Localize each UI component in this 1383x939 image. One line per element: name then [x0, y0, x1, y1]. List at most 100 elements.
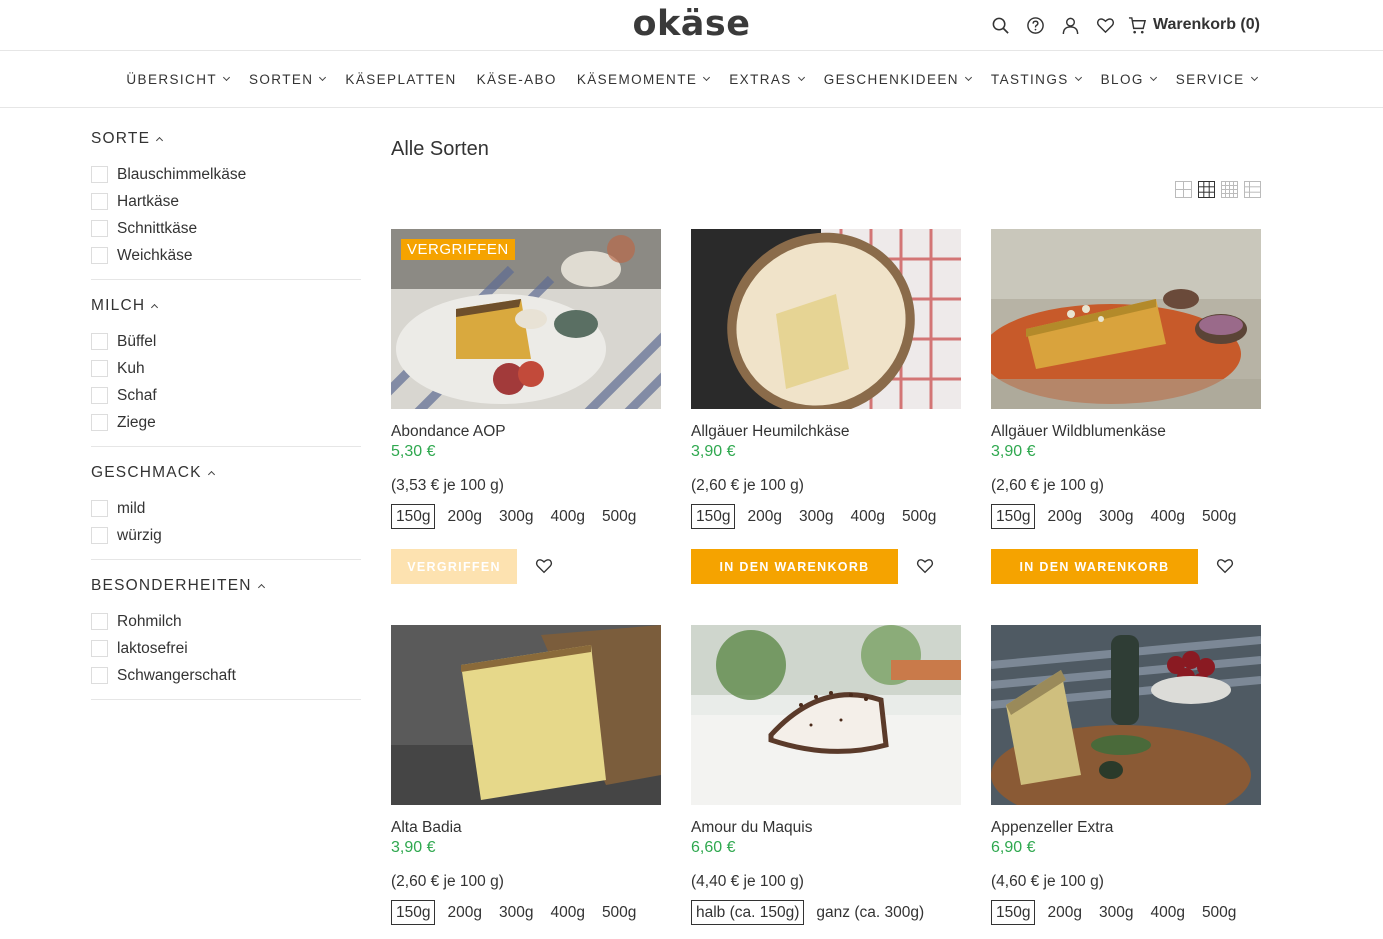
checkbox[interactable] [91, 414, 108, 431]
size-option[interactable]: 400g [845, 504, 889, 529]
nav-sorten[interactable]: SORTEN [249, 71, 327, 87]
sold-out-button[interactable]: VERGRIFFEN [391, 549, 517, 584]
wishlist-heart-icon[interactable] [1216, 557, 1236, 577]
filter-title-label: BESONDERHEITEN [91, 577, 252, 594]
product-image[interactable] [991, 229, 1261, 409]
filter-title[interactable]: GESCHMACK [91, 462, 361, 484]
wishlist-icon[interactable] [1095, 14, 1115, 36]
checkbox[interactable] [91, 220, 108, 237]
size-option[interactable]: 400g [1145, 504, 1189, 529]
size-option[interactable]: ganz (ca. 300g) [811, 900, 929, 925]
size-option[interactable]: 150g [991, 504, 1036, 529]
checkbox[interactable] [91, 667, 108, 684]
size-option[interactable]: 500g [1197, 504, 1241, 529]
checkbox[interactable] [91, 360, 108, 377]
checkbox[interactable] [91, 640, 108, 657]
filter-option[interactable]: Weichkäse [91, 242, 361, 269]
size-option[interactable]: 400g [1145, 900, 1189, 925]
grid-3-icon[interactable] [1198, 181, 1215, 198]
size-option[interactable]: 300g [494, 900, 538, 925]
filter-group-geschmack: GESCHMACK mild würzig [91, 462, 361, 560]
nav-service[interactable]: SERVICE [1176, 72, 1258, 87]
add-to-cart-button[interactable]: IN DEN WARENKORB [991, 549, 1198, 584]
size-option[interactable]: 500g [1197, 900, 1241, 925]
product-image[interactable]: VERGRIFFEN [391, 229, 661, 409]
checkbox[interactable] [91, 247, 108, 264]
search-icon[interactable] [990, 14, 1010, 36]
size-option[interactable]: 200g [1042, 504, 1086, 529]
product-name[interactable]: Amour du Maquis [691, 819, 961, 837]
size-option[interactable]: halb (ca. 150g) [691, 900, 805, 925]
filter-option[interactable]: mild [91, 495, 361, 522]
filter-option[interactable]: Blauschimmelkäse [91, 161, 361, 188]
chevron-down-icon [222, 73, 231, 81]
size-option[interactable]: 200g [442, 900, 486, 925]
help-icon[interactable] [1025, 14, 1045, 36]
filter-option[interactable]: Hartkäse [91, 188, 361, 215]
checkbox[interactable] [91, 527, 108, 544]
grid-2-icon[interactable] [1175, 181, 1192, 198]
product-name[interactable]: Allgäuer Heumilchkäse [691, 423, 961, 441]
nav-kaesemomente[interactable]: KÄSEMOMENTE [577, 72, 711, 87]
size-option[interactable]: 300g [1094, 504, 1138, 529]
filter-option[interactable]: Büffel [91, 328, 361, 355]
wishlist-heart-icon[interactable] [916, 557, 936, 577]
product-name[interactable]: Allgäuer Wildblumenkäse [991, 423, 1261, 441]
size-option[interactable]: 300g [794, 504, 838, 529]
nav-kaese-abo[interactable]: KÄSE-ABO [477, 72, 557, 87]
size-option[interactable]: 300g [494, 504, 538, 529]
nav-geschenkideen[interactable]: GESCHENKIDEEN [823, 71, 972, 87]
nav-label: SORTEN [249, 71, 314, 87]
size-option[interactable]: 400g [545, 504, 589, 529]
filter-option-label: Schaf [117, 386, 157, 404]
size-option[interactable]: 200g [1042, 900, 1086, 925]
nav-label: GESCHENKIDEEN [823, 71, 959, 87]
nav-uebersicht[interactable]: ÜBERSICHT [126, 72, 231, 87]
add-to-cart-button[interactable]: IN DEN WARENKORB [691, 549, 898, 584]
product-image[interactable] [391, 625, 661, 805]
filter-option[interactable]: Ziege [91, 409, 361, 436]
size-option[interactable]: 500g [897, 504, 941, 529]
product-name[interactable]: Alta Badia [391, 819, 661, 837]
size-option[interactable]: 150g [691, 504, 736, 529]
filter-title[interactable]: BESONDERHEITEN [91, 575, 361, 597]
grid-4-icon[interactable] [1221, 181, 1238, 198]
product-image[interactable] [691, 229, 961, 409]
filter-option[interactable]: Rohmilch [91, 608, 361, 635]
size-option[interactable]: 200g [742, 504, 786, 529]
filter-option[interactable]: Schnittkäse [91, 215, 361, 242]
size-option[interactable]: 150g [391, 900, 436, 925]
list-icon[interactable] [1244, 181, 1261, 198]
filter-option[interactable]: Kuh [91, 355, 361, 382]
cart-button[interactable]: Warenkorb (0) [1128, 16, 1260, 35]
account-icon[interactable] [1060, 14, 1080, 36]
size-option[interactable]: 200g [442, 504, 486, 529]
nav-kaeseplatten[interactable]: KÄSEPLATTEN [345, 72, 456, 87]
checkbox[interactable] [91, 500, 108, 517]
product-name[interactable]: Appenzeller Extra [991, 819, 1261, 837]
size-option[interactable]: 150g [391, 504, 436, 529]
size-option[interactable]: 150g [991, 900, 1036, 925]
product-name[interactable]: Abondance AOP [391, 423, 661, 441]
filter-option[interactable]: laktosefrei [91, 635, 361, 662]
filter-title[interactable]: SORTE [91, 128, 361, 150]
nav-blog[interactable]: BLOG [1101, 72, 1157, 87]
product-image[interactable] [991, 625, 1261, 805]
product-image[interactable] [691, 625, 961, 805]
checkbox[interactable] [91, 333, 108, 350]
nav-tastings[interactable]: TASTINGS [991, 72, 1082, 87]
checkbox[interactable] [91, 387, 108, 404]
wishlist-heart-icon[interactable] [535, 557, 555, 577]
filter-option[interactable]: würzig [91, 522, 361, 549]
checkbox[interactable] [91, 613, 108, 630]
filter-option[interactable]: Schaf [91, 382, 361, 409]
checkbox[interactable] [91, 193, 108, 210]
filter-option[interactable]: Schwangerschaft [91, 662, 361, 689]
nav-extras[interactable]: EXTRAS [729, 72, 805, 87]
filter-title[interactable]: MILCH [91, 295, 361, 317]
size-option[interactable]: 500g [597, 504, 641, 529]
size-option[interactable]: 400g [545, 900, 589, 925]
size-option[interactable]: 500g [597, 900, 641, 925]
size-option[interactable]: 300g [1094, 900, 1138, 925]
checkbox[interactable] [91, 166, 108, 183]
